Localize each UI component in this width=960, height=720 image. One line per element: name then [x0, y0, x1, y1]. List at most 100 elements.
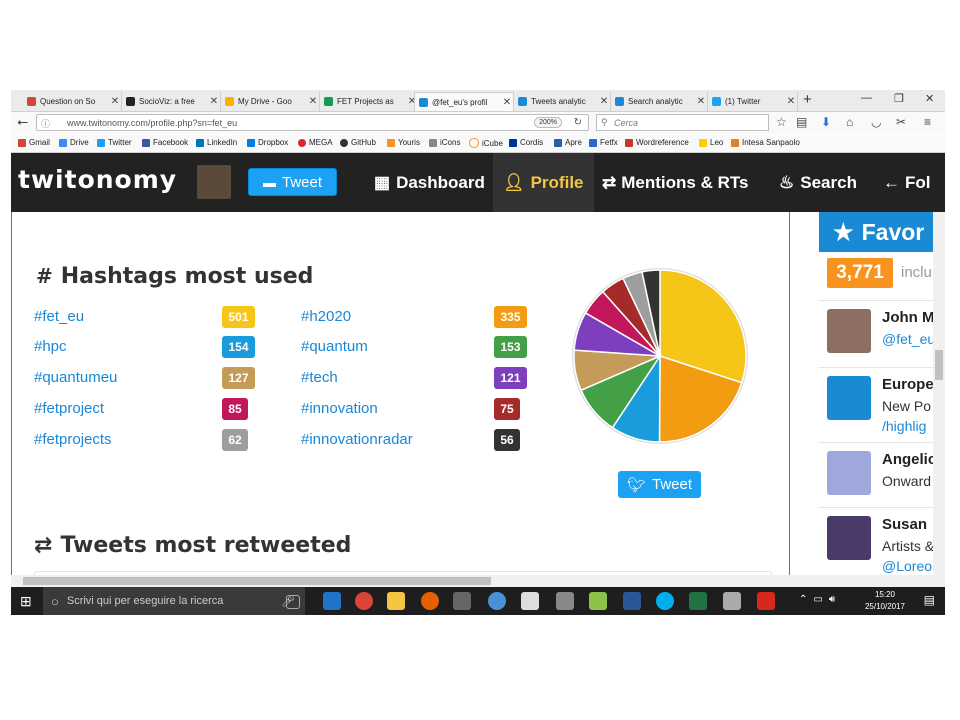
- back-button[interactable]: ⭠: [17, 113, 28, 130]
- avatar[interactable]: [827, 309, 871, 353]
- tab-profile-active[interactable]: @fet_eu's profil ✕: [414, 92, 514, 111]
- close-icon[interactable]: ✕: [598, 96, 610, 107]
- hashtag-link[interactable]: #fetprojects: [34, 431, 112, 448]
- search-input[interactable]: ⚲ Cerca: [596, 114, 769, 131]
- reload-icon[interactable]: ↻: [574, 117, 582, 128]
- file-explorer-icon[interactable]: [387, 592, 405, 610]
- address-bar[interactable]: ⓘ www.twitonomy.com/profile.php?sn=fet_e…: [36, 114, 589, 131]
- hashtag-link[interactable]: #innovationradar: [301, 431, 413, 448]
- word-icon[interactable]: [623, 592, 641, 610]
- bookmark-icons[interactable]: iCons: [429, 138, 460, 147]
- hashtag-link[interactable]: #fetproject: [34, 400, 104, 417]
- avatar[interactable]: [827, 376, 871, 420]
- tab-search-analytics[interactable]: Search analytic ✕: [611, 92, 708, 111]
- app-icon[interactable]: [488, 592, 506, 610]
- hashtag-link[interactable]: #hpc: [34, 338, 67, 355]
- hashtag-link[interactable]: #h2020: [301, 308, 351, 325]
- zoom-level[interactable]: 200%: [534, 117, 562, 128]
- store-icon[interactable]: [453, 592, 471, 610]
- mail-icon[interactable]: [521, 592, 539, 610]
- nav-search[interactable]: ♨ Search: [773, 153, 863, 212]
- tab-tweets-analytics[interactable]: Tweets analytic ✕: [514, 92, 611, 111]
- clock[interactable]: 15:20 25/10/2017: [865, 589, 905, 613]
- tab-fet-projects[interactable]: FET Projects as ✕: [320, 92, 419, 111]
- bookmark-twitter[interactable]: Twitter: [97, 138, 132, 147]
- tab-drive[interactable]: My Drive - Goo ✕: [221, 92, 320, 111]
- bookmark-cordis[interactable]: Cordis: [509, 138, 543, 147]
- bookmark-mega[interactable]: MEGA: [298, 138, 333, 147]
- taskbar-search[interactable]: ○ Scrivi qui per eseguire la ricerca 🎤︎: [43, 587, 305, 615]
- close-icon[interactable]: ✕: [695, 96, 707, 107]
- tab-socioviz[interactable]: SocioViz: a free ✕: [122, 92, 221, 111]
- bookmark-drive[interactable]: Drive: [59, 138, 89, 147]
- apre-icon: [554, 138, 562, 147]
- twitonomy-logo[interactable]: twitonomy: [18, 165, 177, 194]
- home-icon[interactable]: ⌂: [846, 115, 853, 129]
- avatar[interactable]: [827, 451, 871, 495]
- list-item[interactable]: John M @fet_eu: [819, 300, 945, 375]
- menu-icon[interactable]: ≡: [924, 115, 931, 129]
- notifications-icon[interactable]: ▤: [924, 593, 935, 607]
- new-tab-button[interactable]: +: [803, 91, 812, 108]
- tweet-button[interactable]: ▬ Tweet: [248, 168, 337, 196]
- avatar[interactable]: [827, 516, 871, 560]
- close-icon[interactable]: ✕: [109, 96, 121, 107]
- app-icon[interactable]: [556, 592, 574, 610]
- minimize-button[interactable]: —: [861, 92, 872, 104]
- nav-dashboard[interactable]: ▦ Dashboard: [366, 153, 493, 212]
- download-icon[interactable]: ⬇: [821, 115, 831, 129]
- horizontal-scrollbar[interactable]: [11, 575, 933, 587]
- hashtag-link[interactable]: #innovation: [301, 400, 378, 417]
- bookmark-youris[interactable]: Youris: [387, 138, 420, 147]
- hashtag-link[interactable]: #quantum: [301, 338, 368, 355]
- photos-icon[interactable]: [723, 592, 741, 610]
- system-tray-icons[interactable]: ⌃▭🔊︎: [799, 594, 841, 605]
- vertical-scrollbar[interactable]: [933, 212, 945, 611]
- bookmark-star-icon[interactable]: ☆: [776, 115, 787, 129]
- reading-list-icon[interactable]: ▤: [796, 115, 807, 129]
- edge-icon[interactable]: [323, 592, 341, 610]
- close-icon[interactable]: ✕: [785, 96, 797, 107]
- close-icon[interactable]: ✕: [501, 97, 513, 108]
- acrobat-icon[interactable]: [757, 592, 775, 610]
- close-icon[interactable]: ✕: [307, 96, 319, 107]
- bookmark-linkedin[interactable]: LinkedIn: [196, 138, 237, 147]
- bookmark-fetfx[interactable]: Fetfx: [589, 138, 618, 147]
- extension-icon[interactable]: ✂: [896, 115, 906, 129]
- firefox-icon[interactable]: [421, 592, 439, 610]
- tab-gmail[interactable]: Question on So ✕: [23, 92, 122, 111]
- tab-twitter[interactable]: (1) Twitter ✕: [708, 92, 798, 111]
- nav-profile[interactable]: 👤︎ Profile: [493, 153, 594, 212]
- bookmark-dropbox[interactable]: Dropbox: [247, 138, 288, 147]
- bookmark-icube[interactable]: iCube: [469, 138, 503, 148]
- nav-mentions[interactable]: ⇄ Mentions & RTs: [596, 153, 754, 212]
- restore-button[interactable]: ❐: [894, 92, 904, 105]
- list-item[interactable]: Europe New Po /highlig: [819, 367, 945, 442]
- app-icon[interactable]: [589, 592, 607, 610]
- bookmark-leo[interactable]: Leo: [699, 138, 723, 147]
- screenshot: Question on So ✕ SocioViz: a free ✕ My Dri…: [11, 90, 945, 615]
- skype-icon[interactable]: [656, 592, 674, 610]
- hashtag-link[interactable]: #quantumeu: [34, 369, 117, 386]
- bookmark-apre[interactable]: Apre: [554, 138, 582, 147]
- hashtag-link[interactable]: #fet_eu: [34, 308, 84, 325]
- pocket-icon[interactable]: ◡: [871, 115, 881, 129]
- scrollbar-thumb[interactable]: [935, 350, 943, 380]
- chrome-icon[interactable]: [355, 592, 373, 610]
- bookmark-gmail[interactable]: Gmail: [18, 138, 50, 147]
- profile-avatar[interactable]: [197, 165, 231, 199]
- excel-icon[interactable]: [689, 592, 707, 610]
- windows-start-icon[interactable]: ⊞: [20, 593, 32, 610]
- bookmark-intesa[interactable]: Intesa Sanpaolo: [731, 138, 800, 147]
- bookmark-facebook[interactable]: Facebook: [142, 138, 188, 147]
- list-item[interactable]: Angelic Onward: [819, 442, 945, 517]
- bookmark-github[interactable]: GitHub: [340, 138, 376, 147]
- share-tweet-button[interactable]: 🐦︎ Tweet: [618, 471, 701, 498]
- bookmark-wordreference[interactable]: Wordreference: [625, 138, 689, 147]
- close-window-button[interactable]: ✕: [925, 92, 934, 105]
- hashtag-link[interactable]: #tech: [301, 369, 338, 386]
- close-icon[interactable]: ✕: [208, 96, 220, 107]
- scrollbar-thumb[interactable]: [23, 577, 491, 585]
- nav-followers[interactable]: ← Fol: [877, 153, 937, 212]
- task-view-icon[interactable]: [286, 595, 300, 609]
